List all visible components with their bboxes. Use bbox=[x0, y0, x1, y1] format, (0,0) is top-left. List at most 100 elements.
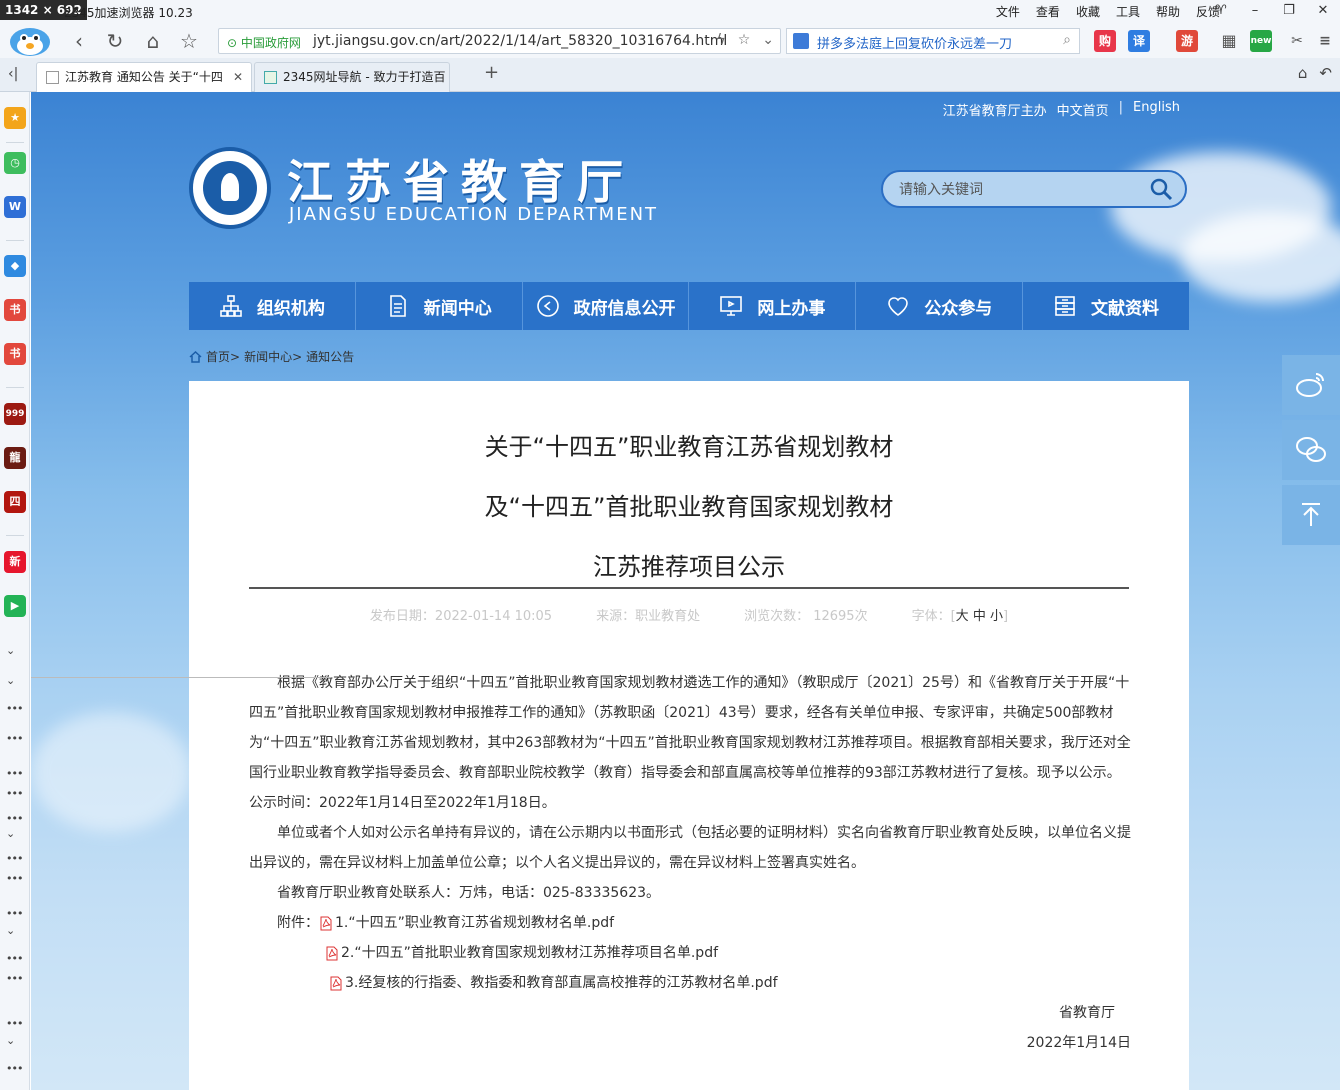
font-medium-button[interactable]: 中 bbox=[973, 609, 986, 624]
department-logo[interactable] bbox=[189, 147, 271, 229]
game-icon[interactable]: 999 bbox=[4, 403, 26, 425]
nav-news-center[interactable]: 新闻中心 bbox=[356, 282, 523, 330]
weibo-share-button[interactable] bbox=[1282, 355, 1340, 415]
url-text[interactable]: jyt.jiangsu.gov.cn/art/2022/1/14/art_583… bbox=[313, 33, 727, 49]
word-icon[interactable]: W bbox=[4, 196, 26, 218]
undo-close-icon[interactable]: ↶ bbox=[1319, 64, 1332, 82]
font-small-button[interactable]: 小 bbox=[990, 609, 1003, 624]
chevron-down-icon[interactable]: ⌄ bbox=[762, 32, 774, 48]
nav-label: 组织机构 bbox=[256, 298, 325, 319]
more-dots-icon[interactable]: ••• bbox=[6, 1017, 23, 1030]
nav-gov-info-disclosure[interactable]: 政府信息公开 bbox=[523, 282, 690, 330]
main-navigation: 组织机构 新闻中心 政府信息公开 网上办事 公众参与 文献资料 bbox=[189, 282, 1189, 330]
shopping-icon[interactable]: 购 bbox=[1094, 30, 1116, 52]
translate-icon[interactable]: 译 bbox=[1128, 30, 1150, 52]
favorite-star-button[interactable]: ☆ bbox=[176, 29, 202, 53]
pdf-icon bbox=[326, 946, 338, 960]
more-dots-icon[interactable]: ••• bbox=[6, 767, 23, 780]
clock-icon[interactable]: ◷ bbox=[4, 152, 26, 174]
tab-2345-nav[interactable]: 2345网址导航 - 致力于打造百 bbox=[254, 62, 450, 92]
bookmark-star-icon[interactable]: ☆ bbox=[738, 32, 751, 48]
breadcrumb-news-center[interactable]: 新闻中心> bbox=[244, 348, 302, 365]
attachment-link-3[interactable]: 3.经复核的行指委、教指委和教育部直属高校推荐的江苏教材名单.pdf bbox=[345, 968, 778, 998]
close-tab-icon[interactable]: ✕ bbox=[228, 63, 243, 91]
nav-label: 公众参与 bbox=[924, 298, 993, 319]
org-chart-icon bbox=[220, 295, 242, 317]
address-bar[interactable]: ⊙ 中国政府网 jyt.jiangsu.gov.cn/art/2022/1/14… bbox=[218, 28, 781, 54]
more-dots-icon[interactable]: ••• bbox=[6, 1062, 23, 1075]
tab-jiangsu-education[interactable]: 江苏教育 通知公告 关于“十四 ✕ bbox=[36, 62, 252, 93]
video-icon[interactable]: ▶ bbox=[4, 595, 26, 617]
menu-favorites[interactable]: 收藏 bbox=[1076, 3, 1100, 20]
chevron-down-icon[interactable]: ⌄ bbox=[6, 1034, 15, 1047]
back-button[interactable]: ‹ bbox=[66, 29, 92, 53]
wechat-share-button[interactable] bbox=[1282, 420, 1340, 480]
breadcrumb-notices[interactable]: 通知公告 bbox=[306, 348, 354, 365]
attachment-link-2[interactable]: 2.“十四五”首批职业教育国家规划教材江苏推荐项目名单.pdf bbox=[341, 938, 718, 968]
sina-icon[interactable]: 新 bbox=[4, 551, 26, 573]
attachment-link-1[interactable]: 1.“十四五”职业教育江苏省规划教材名单.pdf bbox=[335, 908, 614, 938]
menu-file[interactable]: 文件 bbox=[996, 3, 1020, 20]
book2-icon[interactable]: 书 bbox=[4, 343, 26, 365]
apps-grid-icon[interactable]: ▦ bbox=[1218, 30, 1240, 52]
breadcrumb-home[interactable]: 首页> bbox=[206, 348, 240, 365]
font-large-button[interactable]: 大 bbox=[956, 609, 969, 624]
more-dots-icon[interactable]: ••• bbox=[6, 852, 23, 865]
logo-emblem-icon bbox=[203, 161, 257, 215]
scissors-icon[interactable]: ✂ bbox=[1286, 30, 1308, 52]
more-dots-icon[interactable]: ••• bbox=[6, 972, 23, 985]
site-name-en: JIANGSU EDUCATION DEPARTMENT bbox=[289, 204, 659, 225]
shirt-icon[interactable]: ♈ bbox=[1204, 0, 1238, 22]
more-dots-icon[interactable]: ••• bbox=[6, 872, 23, 885]
more-dots-icon[interactable]: ••• bbox=[6, 952, 23, 965]
more-dots-icon[interactable]: ••• bbox=[6, 787, 23, 800]
new-tab-button[interactable]: + bbox=[484, 62, 499, 83]
search-icon[interactable] bbox=[1149, 177, 1173, 201]
search-engine-icon bbox=[793, 33, 809, 49]
search-suggestion-text[interactable]: 拼多多法庭上回复砍价永远差一刀 bbox=[817, 33, 1012, 52]
secure-gov-label: ⊙ 中国政府网 bbox=[227, 36, 301, 50]
nav-literature[interactable]: 文献资料 bbox=[1023, 282, 1189, 330]
dragon-icon[interactable]: 龍 bbox=[4, 447, 26, 469]
view-count: 浏览次数： 12695次 bbox=[744, 609, 868, 624]
search-icon[interactable]: ⌕ bbox=[1063, 32, 1071, 48]
more-dots-icon[interactable]: ••• bbox=[6, 812, 23, 825]
game-icon[interactable]: 游 bbox=[1176, 30, 1198, 52]
star-icon[interactable]: ★ bbox=[4, 107, 26, 129]
english-link[interactable]: English bbox=[1133, 100, 1180, 119]
menu-help[interactable]: 帮助 bbox=[1156, 3, 1180, 20]
heart-icon bbox=[888, 297, 909, 316]
reload-button[interactable]: ↻ bbox=[102, 29, 128, 53]
sidebar-toggle-icon[interactable]: ‹| bbox=[8, 66, 18, 82]
monitor-icon bbox=[720, 296, 743, 316]
maximize-button[interactable]: ❐ bbox=[1272, 0, 1306, 22]
more-dots-icon[interactable]: ••• bbox=[6, 907, 23, 920]
nav-online-services[interactable]: 网上办事 bbox=[689, 282, 857, 330]
more-dots-icon[interactable]: ••• bbox=[6, 702, 23, 715]
minimize-button[interactable]: – bbox=[1238, 0, 1272, 22]
chevron-down-icon[interactable]: ⌄ bbox=[6, 827, 15, 840]
book-icon[interactable]: 书 bbox=[4, 299, 26, 321]
chevron-down-icon[interactable]: ⌄ bbox=[6, 674, 15, 687]
more-dots-icon[interactable]: ••• bbox=[6, 732, 23, 745]
chevron-down-icon[interactable]: ⌄ bbox=[6, 924, 15, 937]
nav-public-participation[interactable]: 公众参与 bbox=[856, 282, 1024, 330]
restore-icon[interactable]: ⌂ bbox=[1298, 64, 1308, 82]
menu-view[interactable]: 查看 bbox=[1036, 3, 1060, 20]
article-meta: 发布日期：2022-01-14 10:05 来源：职业教育处 浏览次数： 126… bbox=[189, 605, 1189, 624]
chinese-home-link[interactable]: 中文首页 bbox=[1057, 100, 1109, 119]
chevron-down-icon[interactable]: ⌄ bbox=[6, 644, 15, 657]
close-window-button[interactable]: ✕ bbox=[1306, 0, 1340, 22]
new-feature-icon[interactable]: new bbox=[1250, 30, 1272, 52]
legend-icon[interactable]: 四 bbox=[4, 491, 26, 513]
menu-tools[interactable]: 工具 bbox=[1116, 3, 1140, 20]
article-body: 根据《教育部办公厅关于组织“十四五”首批职业教育国家规划教材遴选工作的通知》（教… bbox=[249, 668, 1131, 1058]
back-to-top-button[interactable] bbox=[1282, 485, 1340, 545]
app-icon[interactable]: ◆ bbox=[4, 255, 26, 277]
site-search-input[interactable] bbox=[899, 179, 1139, 201]
browser-search-bar[interactable]: 拼多多法庭上回复砍价永远差一刀 ⌕ bbox=[786, 28, 1080, 54]
more-menu-icon[interactable]: ≡ bbox=[1314, 30, 1336, 52]
home-button[interactable]: ⌂ bbox=[140, 29, 166, 53]
nav-organization[interactable]: 组织机构 bbox=[189, 282, 356, 330]
lightning-icon[interactable]: ϟ bbox=[716, 32, 725, 48]
